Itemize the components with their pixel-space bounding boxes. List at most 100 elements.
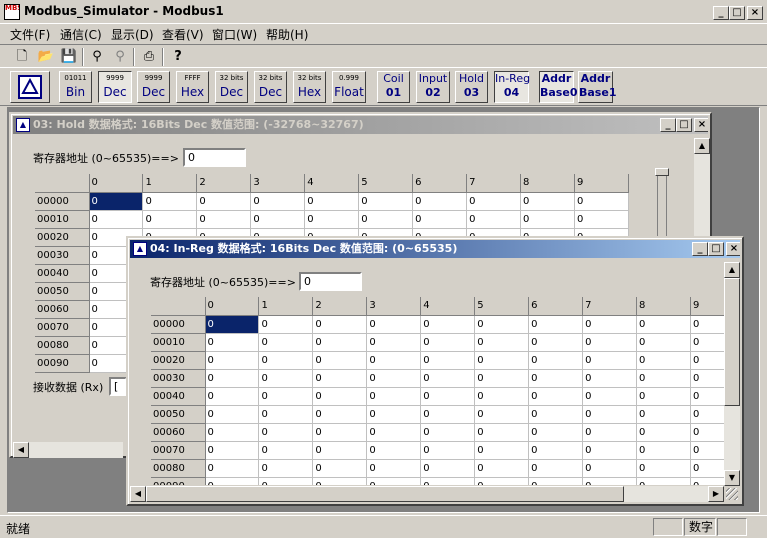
new-window-button[interactable] <box>10 71 50 103</box>
format-dec-signed-button[interactable]: 9999 Dec <box>137 71 170 103</box>
format-hex-button[interactable]: FFFF Hex <box>176 71 209 103</box>
register-cell[interactable]: 0 <box>582 459 637 478</box>
register-cell[interactable]: 0 <box>582 423 637 442</box>
register-cell[interactable]: 0 <box>474 333 530 352</box>
addr-base0-button[interactable]: Addr Base0 <box>539 71 577 103</box>
register-cell[interactable]: 0 <box>196 210 252 229</box>
register-cell[interactable]: 0 <box>528 405 584 424</box>
register-cell[interactable]: 0 <box>205 459 260 478</box>
register-cell[interactable]: 0 <box>690 477 724 485</box>
register-cell[interactable]: 0 <box>366 351 422 370</box>
menu-comm[interactable]: 通信(C) <box>60 26 102 43</box>
hold-addr-input[interactable]: 0 <box>183 148 246 167</box>
register-cell[interactable]: 0 <box>690 387 724 406</box>
close-button[interactable]: × <box>747 6 763 20</box>
register-cell[interactable]: 0 <box>636 477 691 485</box>
register-cell[interactable]: 0 <box>636 387 691 406</box>
register-cell[interactable]: 0 <box>528 351 584 370</box>
main-title-bar[interactable]: MBS Modbus_Simulator - Modbus1 _ □ × <box>0 0 767 24</box>
scroll-up-arrow[interactable]: ▲ <box>724 262 740 278</box>
addr-base1-button[interactable]: Addr Base1 <box>578 71 616 103</box>
register-cell[interactable]: 0 <box>304 192 360 211</box>
menu-help[interactable]: 帮助(H) <box>266 26 308 43</box>
register-cell[interactable]: 0 <box>466 210 521 229</box>
register-cell[interactable]: 0 <box>366 387 422 406</box>
maximize-button[interactable]: □ <box>729 6 745 20</box>
register-cell[interactable]: 0 <box>690 405 724 424</box>
hold-window-title-bar[interactable]: ▲ 03: Hold 数据格式: 16Bits Dec 数值范围: (-3276… <box>13 116 708 134</box>
register-cell[interactable]: 0 <box>582 441 637 460</box>
scroll-down-arrow[interactable]: ▼ <box>724 470 740 486</box>
register-cell[interactable]: 0 <box>528 423 584 442</box>
register-cell[interactable]: 0 <box>636 459 691 478</box>
register-cell[interactable]: 0 <box>474 459 530 478</box>
register-cell[interactable]: 0 <box>366 423 422 442</box>
inreg-close-button[interactable]: × <box>726 242 740 256</box>
register-cell[interactable]: 0 <box>205 405 260 424</box>
register-cell[interactable]: 0 <box>574 192 630 211</box>
inreg-register-window[interactable]: ▲ 04: In-Reg 数据格式: 16Bits Dec 数值范围: (0~6… <box>126 236 744 506</box>
register-cell[interactable]: 0 <box>412 192 468 211</box>
register-cell[interactable]: 0 <box>420 405 476 424</box>
register-cell[interactable]: 0 <box>574 210 630 229</box>
register-cell[interactable]: 0 <box>258 477 314 485</box>
register-cell[interactable]: 0 <box>582 477 637 485</box>
hold-close-button[interactable]: × <box>694 118 708 132</box>
inreg-maximize-button[interactable]: □ <box>708 242 724 256</box>
register-cell[interactable]: 0 <box>258 315 314 334</box>
register-cell[interactable]: 0 <box>205 369 260 388</box>
register-cell[interactable]: 0 <box>205 333 260 352</box>
register-cell[interactable]: 0 <box>366 315 422 334</box>
register-cell[interactable]: 0 <box>250 210 306 229</box>
register-cell[interactable]: 0 <box>312 315 368 334</box>
register-cell[interactable]: 0 <box>690 369 724 388</box>
register-cell[interactable]: 0 <box>690 423 724 442</box>
format-bin-button[interactable]: 01011 Bin <box>59 71 92 103</box>
menu-display[interactable]: 显示(D) <box>111 26 154 43</box>
register-cell[interactable]: 0 <box>312 387 368 406</box>
register-cell[interactable]: 0 <box>466 192 521 211</box>
register-cell[interactable]: 0 <box>528 333 584 352</box>
help-icon[interactable]: ? <box>168 47 188 67</box>
register-cell[interactable]: 0 <box>312 405 368 424</box>
register-cell[interactable]: 0 <box>366 405 422 424</box>
register-cell[interactable]: 0 <box>474 477 530 485</box>
register-cell[interactable]: 0 <box>520 192 575 211</box>
new-file-icon[interactable]: 🗋 <box>12 47 32 67</box>
register-cell[interactable]: 0 <box>636 369 691 388</box>
register-cell[interactable]: 0 <box>312 423 368 442</box>
register-cell[interactable]: 0 <box>258 351 314 370</box>
register-cell[interactable]: 0 <box>89 192 144 211</box>
format-float-button[interactable]: 0.999 Float <box>332 71 366 103</box>
register-cell[interactable]: 0 <box>258 459 314 478</box>
register-cell[interactable]: 0 <box>366 477 422 485</box>
save-icon[interactable]: 💾 <box>59 47 79 67</box>
hold-rx-field[interactable]: [ <box>109 377 127 396</box>
inreg-vertical-scrollbar[interactable]: ▲ ▼ <box>724 262 740 486</box>
register-cell[interactable]: 0 <box>420 351 476 370</box>
register-cell[interactable]: 0 <box>582 333 637 352</box>
hold-minimize-button[interactable]: _ <box>660 118 676 132</box>
register-cell[interactable]: 0 <box>474 441 530 460</box>
register-cell[interactable]: 0 <box>366 333 422 352</box>
register-cell[interactable]: 0 <box>258 441 314 460</box>
register-cell[interactable]: 0 <box>528 459 584 478</box>
register-cell[interactable]: 0 <box>89 210 144 229</box>
inreg-minimize-button[interactable]: _ <box>692 242 708 256</box>
register-cell[interactable]: 0 <box>205 387 260 406</box>
register-cell[interactable]: 0 <box>690 441 724 460</box>
register-cell[interactable]: 0 <box>420 369 476 388</box>
register-cell[interactable]: 0 <box>420 441 476 460</box>
register-cell[interactable]: 0 <box>636 405 691 424</box>
inreg-horizontal-scrollbar[interactable]: ◀ ▶ <box>130 486 724 502</box>
register-cell[interactable]: 0 <box>258 333 314 352</box>
register-cell[interactable]: 0 <box>690 315 724 334</box>
coil-01-button[interactable]: Coil 01 <box>377 71 410 103</box>
format-32dec-signed-button[interactable]: 32 bits Dec <box>254 71 287 103</box>
register-cell[interactable]: 0 <box>582 315 637 334</box>
register-cell[interactable]: 0 <box>258 387 314 406</box>
register-cell[interactable]: 0 <box>250 192 306 211</box>
register-cell[interactable]: 0 <box>636 441 691 460</box>
register-cell[interactable]: 0 <box>474 351 530 370</box>
register-cell[interactable]: 0 <box>636 351 691 370</box>
